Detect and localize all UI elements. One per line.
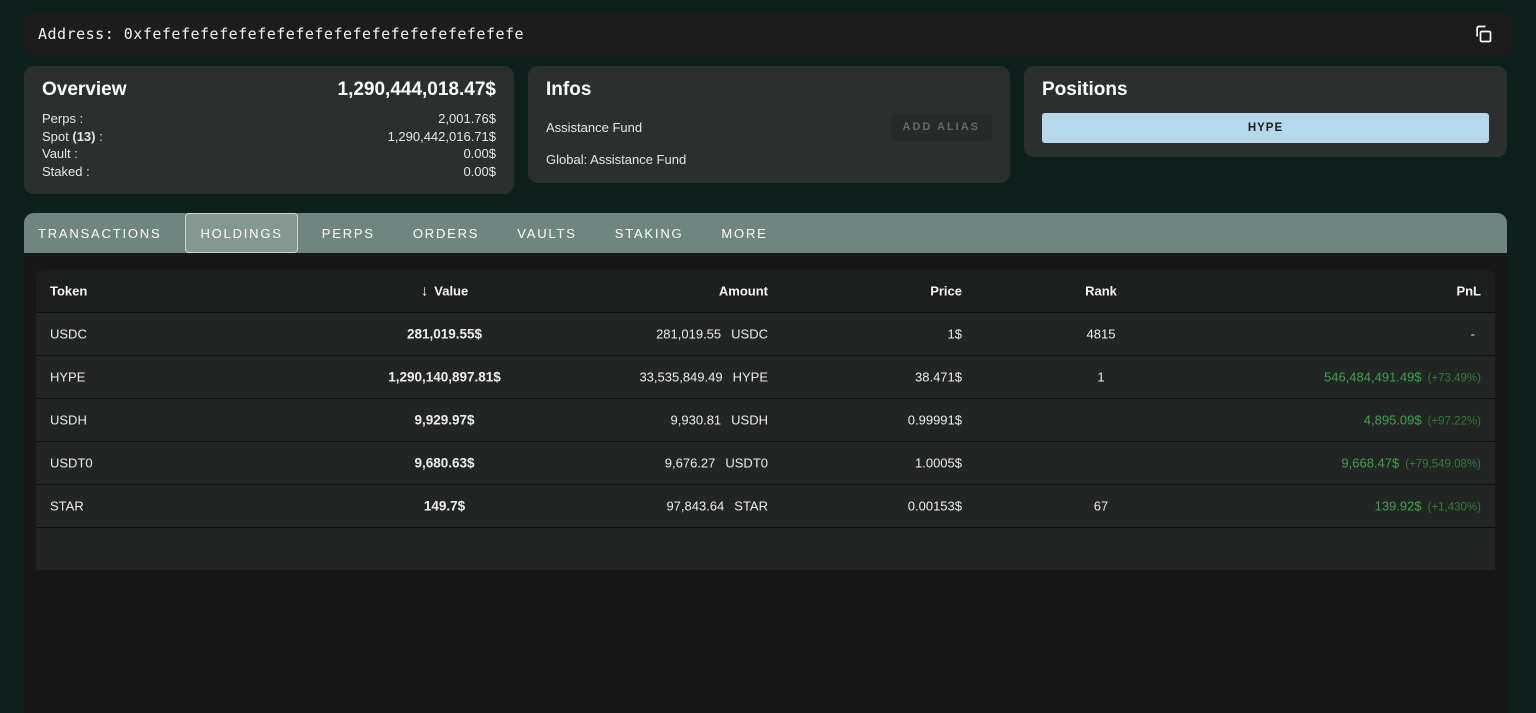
token-price: 0.99991$ [908, 413, 962, 428]
token-name: HYPE [50, 370, 85, 385]
overview-vault-value: 0.00$ [463, 145, 496, 163]
add-alias-button[interactable]: ADD ALIAS [891, 113, 992, 141]
overview-total-value: 1,290,444,018.47$ [338, 79, 497, 101]
summary-cards: Overview 1,290,444,018.47$ Perps : 2,001… [24, 66, 1507, 194]
overview-stat-vault: Vault : 0.00$ [42, 145, 496, 163]
token-value: 281,019.55$ [172, 327, 717, 342]
header-pnl: PnL [1456, 284, 1481, 299]
address-text: Address: 0xfefefefefefefefefefefefefefef… [38, 25, 524, 43]
token-value: 9,929.97$ [172, 413, 717, 428]
token-amount: 33,535,849.49HYPE [639, 370, 768, 385]
token-amount: 97,843.64STAR [666, 499, 768, 514]
table-row-usdc[interactable]: USDC 281,019.55$ 281,019.55USDC 1$ 4815 … [36, 312, 1495, 355]
tab-staking[interactable]: STAKING [601, 213, 698, 253]
token-name: USDH [50, 413, 87, 428]
tab-vaults[interactable]: VAULTS [503, 213, 590, 253]
tab-more[interactable]: MORE [707, 213, 781, 253]
infos-account-name: Assistance Fund [546, 120, 642, 135]
overview-stat-perps: Perps : 2,001.76$ [42, 110, 496, 128]
token-rank: 1 [1001, 370, 1201, 385]
token-value: 149.7$ [172, 499, 717, 514]
token-pnl: 9,668.47$(+79,549.08%) [1341, 456, 1481, 471]
sort-desc-icon: ↓ [421, 283, 429, 300]
token-value: 9,680.63$ [172, 456, 717, 471]
positions-card: Positions HYPE [1024, 66, 1507, 157]
infos-card: Infos Assistance Fund ADD ALIAS Global: … [528, 66, 1010, 183]
table-row-star[interactable]: STAR 149.7$ 97,843.64STAR 0.00153$ 67 13… [36, 484, 1495, 527]
header-price: Price [930, 284, 962, 299]
header-rank: Rank [1001, 284, 1201, 299]
header-amount: Amount [719, 284, 768, 299]
token-price: 1$ [948, 327, 962, 342]
overview-stat-staked: Staked : 0.00$ [42, 163, 496, 181]
token-pnl: 139.92$(+1,430%) [1375, 499, 1481, 514]
token-amount: 9,930.81USDH [671, 413, 768, 428]
main-panel: TRANSACTIONS HOLDINGS PERPS ORDERS VAULT… [24, 213, 1507, 713]
token-amount: 281,019.55USDC [656, 327, 768, 342]
overview-perps-value: 2,001.76$ [438, 110, 496, 128]
token-pnl: 4,895.09$(+97.22%) [1364, 413, 1481, 428]
table-row-hype[interactable]: HYPE 1,290,140,897.81$ 33,535,849.49HYPE… [36, 355, 1495, 398]
overview-title: Overview [42, 79, 127, 101]
token-rank: 4815 [1001, 327, 1201, 342]
position-chip-hype[interactable]: HYPE [1042, 113, 1489, 143]
overview-stat-spot: Spot (13) : 1,290,442,016.71$ [42, 128, 496, 146]
token-price: 1.0005$ [915, 456, 962, 471]
tab-perps[interactable]: PERPS [308, 213, 389, 253]
header-token: Token [50, 284, 87, 299]
token-name: USDC [50, 327, 87, 342]
overview-card: Overview 1,290,444,018.47$ Perps : 2,001… [24, 66, 514, 194]
token-amount: 9,676.27USDT0 [665, 456, 768, 471]
holdings-table: Token ↓Value Amount Price Rank PnL USDC … [24, 253, 1507, 570]
token-name: STAR [50, 499, 84, 514]
overview-spot-value: 1,290,442,016.71$ [388, 128, 496, 146]
overview-staked-value: 0.00$ [463, 163, 496, 181]
tab-orders[interactable]: ORDERS [399, 213, 493, 253]
token-pnl: 546,484,491.49$(+73.49%) [1324, 370, 1481, 385]
infos-title: Infos [546, 79, 992, 101]
token-price: 38.471$ [915, 370, 962, 385]
token-price: 0.00153$ [908, 499, 962, 514]
header-value-sortable[interactable]: ↓Value [172, 283, 717, 300]
token-value: 1,290,140,897.81$ [172, 370, 717, 385]
positions-title: Positions [1042, 79, 1489, 101]
copy-icon [1473, 24, 1493, 44]
table-row-partial [36, 527, 1495, 570]
tab-bar: TRANSACTIONS HOLDINGS PERPS ORDERS VAULT… [24, 213, 1507, 253]
token-pnl: - [1471, 327, 1481, 342]
address-bar: Address: 0xfefefefefefefefefefefefefefef… [24, 12, 1512, 55]
table-row-usdh[interactable]: USDH 9,929.97$ 9,930.81USDH 0.99991$ 4,8… [36, 398, 1495, 441]
token-name: USDT0 [50, 456, 93, 471]
token-rank: 67 [1001, 499, 1201, 514]
table-row-usdt0[interactable]: USDT0 9,680.63$ 9,676.27USDT0 1.0005$ 9,… [36, 441, 1495, 484]
table-header: Token ↓Value Amount Price Rank PnL [36, 270, 1495, 312]
tab-holdings[interactable]: HOLDINGS [185, 213, 297, 253]
infos-global-alias: Global: Assistance Fund [546, 152, 686, 167]
copy-address-button[interactable] [1468, 19, 1498, 49]
tab-transactions[interactable]: TRANSACTIONS [24, 213, 175, 253]
